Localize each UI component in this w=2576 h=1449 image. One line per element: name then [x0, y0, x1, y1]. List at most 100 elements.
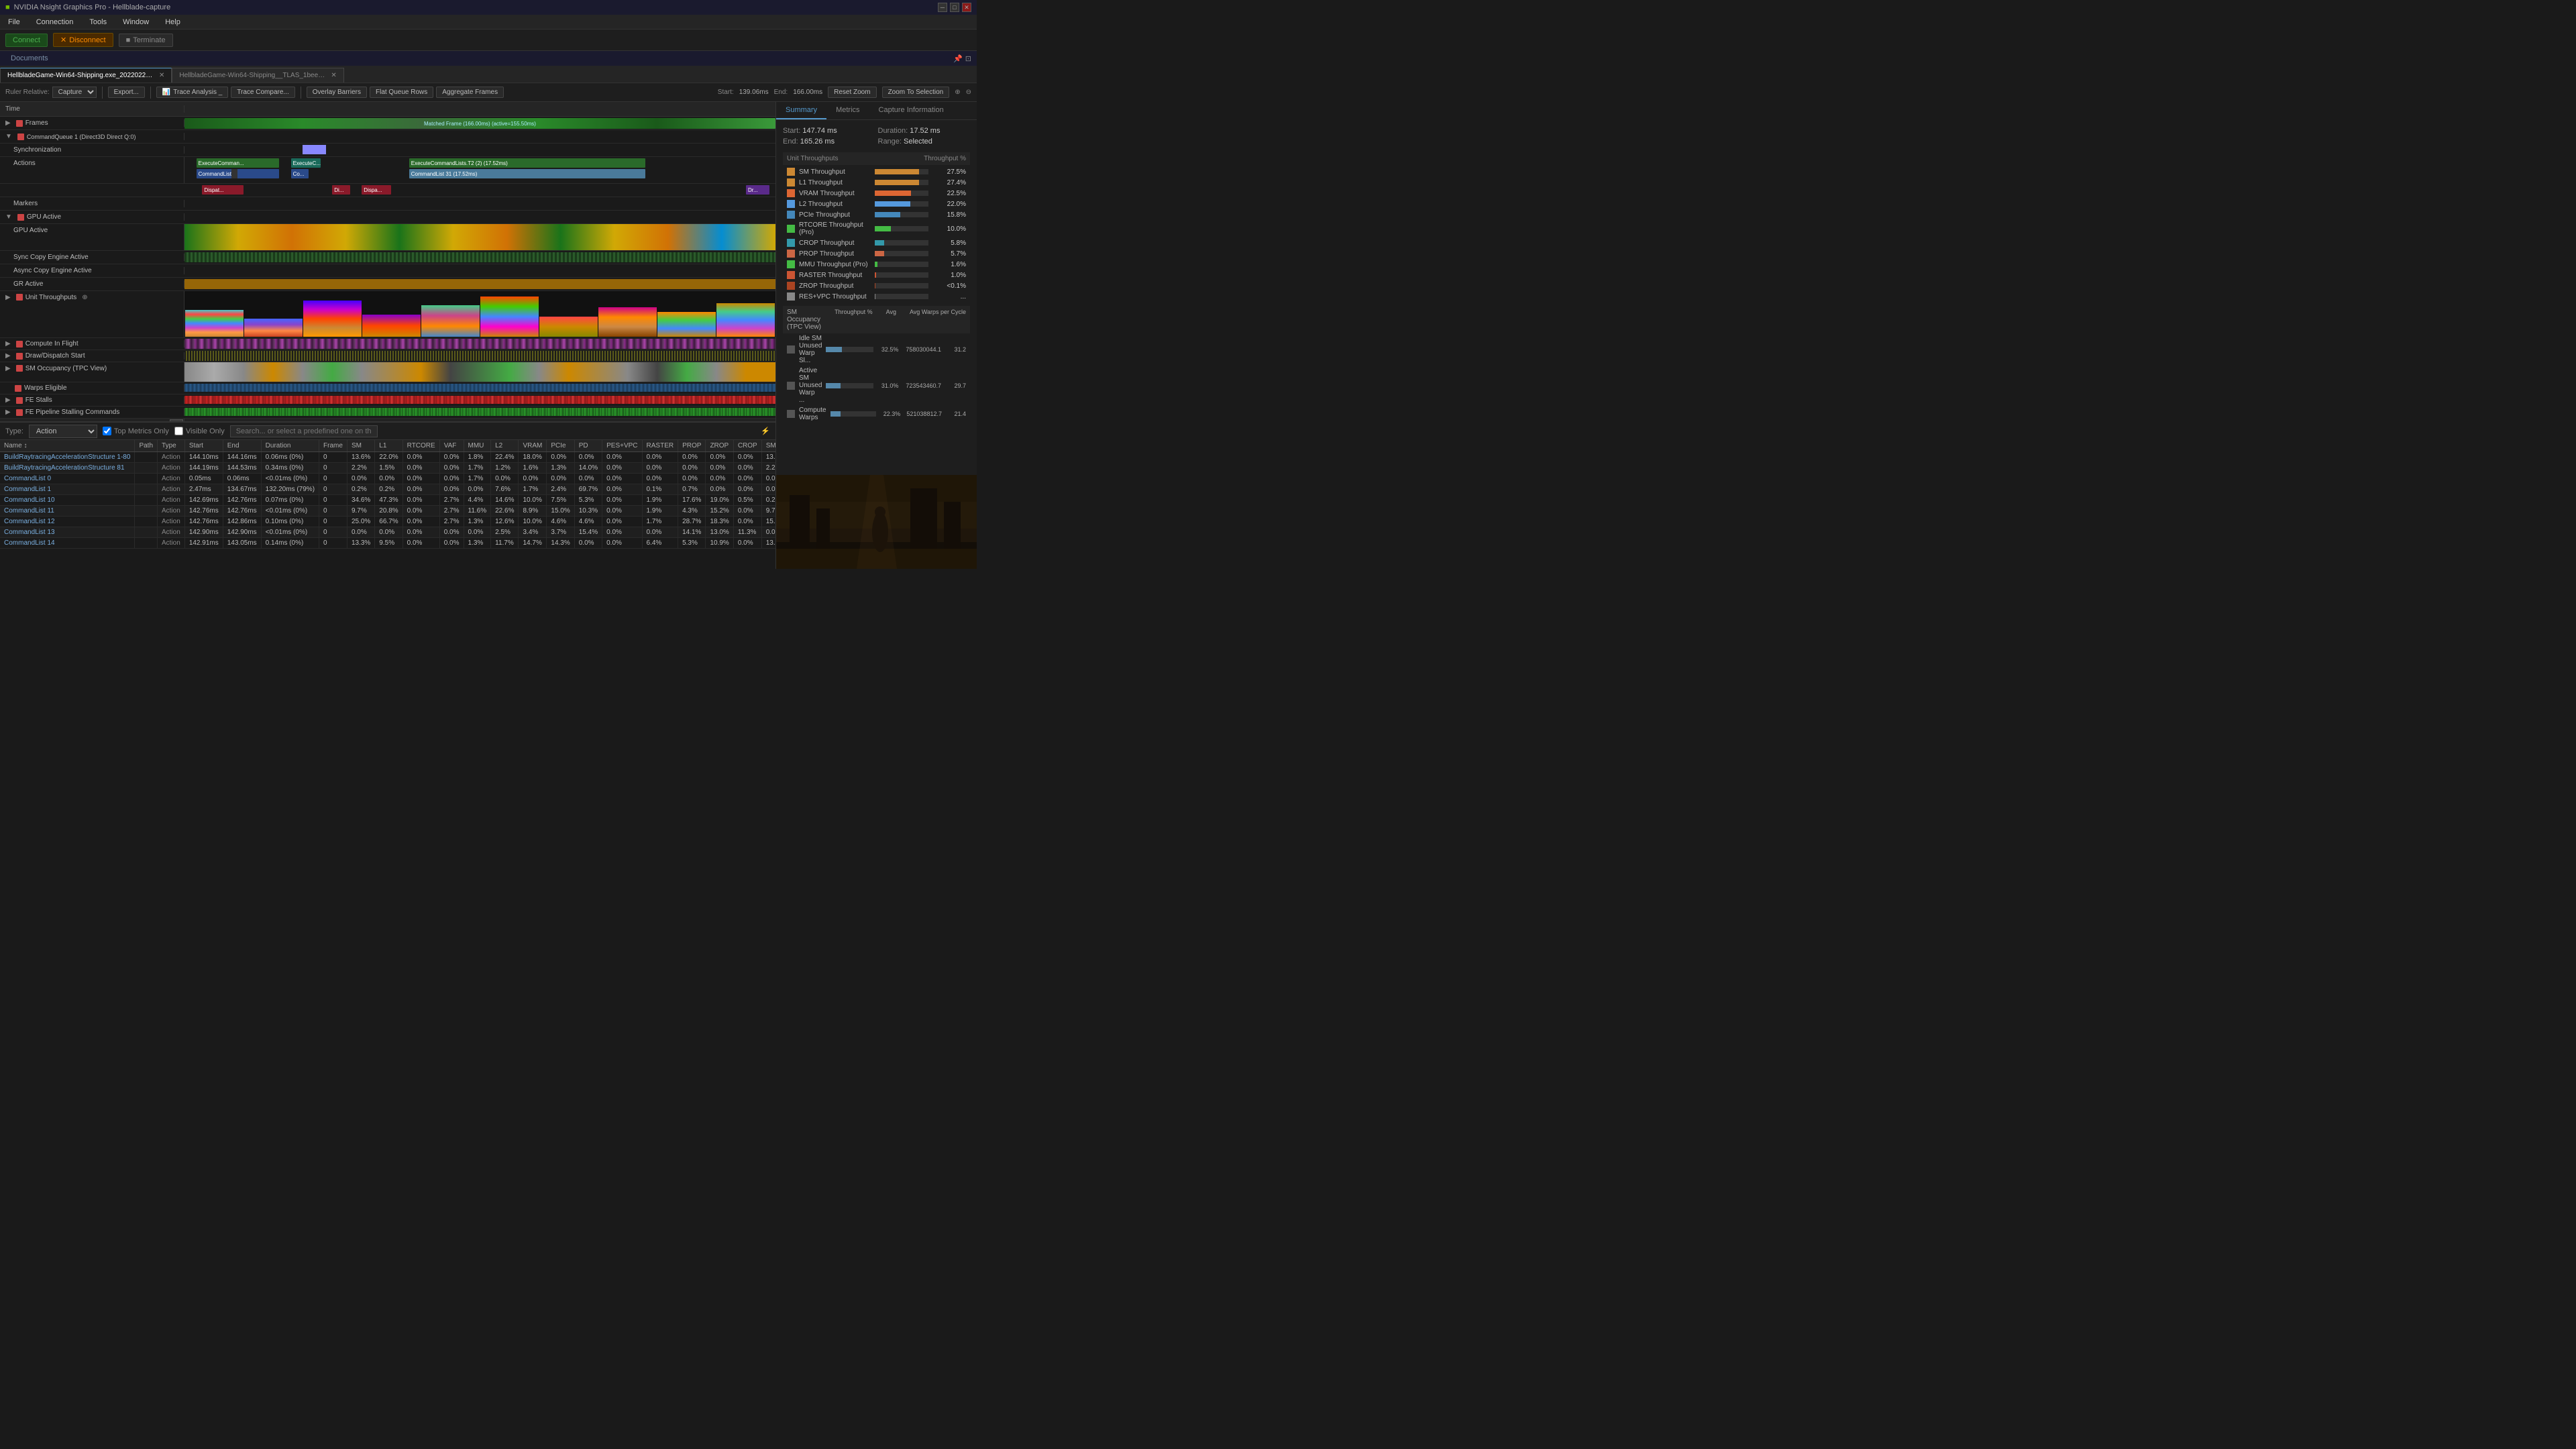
menu-file[interactable]: File [5, 17, 23, 28]
overlay-barriers-button[interactable]: Overlay Barriers [307, 87, 367, 98]
zoom-plus-icon[interactable]: ⊕ [955, 89, 960, 96]
table-row[interactable]: CommandList 13 Action 142.90ms 142.90ms … [0, 527, 775, 538]
col-mmu[interactable]: MMU [464, 440, 491, 452]
gpu-active-content[interactable] [184, 224, 775, 250]
type-select[interactable]: Action All Marker CommandList [29, 425, 97, 438]
sm-occupancy-content[interactable] [184, 362, 775, 382]
tab-metrics[interactable]: Metrics [826, 102, 869, 119]
async-copy-content[interactable] [184, 264, 775, 277]
table-row[interactable]: CommandList 10 Action 142.69ms 142.76ms … [0, 495, 775, 506]
menu-connection[interactable]: Connection [34, 17, 76, 28]
reset-zoom-button[interactable]: Reset Zoom [828, 87, 876, 98]
minimize-button[interactable]: ─ [938, 3, 947, 12]
col-duration[interactable]: Duration [261, 440, 319, 452]
frames-content[interactable]: Matched Frame (166.00ms) (active=155.50m… [184, 117, 775, 129]
gr-active-content[interactable] [184, 278, 775, 290]
tab-summary[interactable]: Summary [776, 102, 826, 119]
table-row[interactable]: CommandList 14 Action 142.91ms 143.05ms … [0, 538, 775, 549]
col-frame[interactable]: Frame [319, 440, 347, 452]
fe-pipeline-content[interactable] [184, 407, 775, 418]
cell-l1-6: 66.7% [375, 517, 402, 527]
col-pesvpc[interactable]: PES+VPC [602, 440, 642, 452]
fe-pipeline-expand[interactable]: ▶ [5, 409, 11, 416]
compute-expand[interactable]: ▶ [5, 340, 11, 347]
disconnect-button[interactable]: ✕ Disconnect [53, 33, 113, 47]
table-row[interactable]: CommandList 0 Action 0.05ms 0.06ms <0.01… [0, 474, 775, 484]
visible-only-checkbox-label[interactable]: Visible Only [174, 427, 225, 435]
zoom-to-selection-button[interactable]: Zoom To Selection [882, 87, 950, 98]
warps-content[interactable] [184, 382, 775, 394]
col-pd[interactable]: PD [574, 440, 602, 452]
trace-compare-button[interactable]: Trace Compare... [231, 87, 294, 98]
export-button[interactable]: Export... [108, 87, 145, 98]
actions-content[interactable]: ExecuteComman... ExecuteC... ExecuteComm… [184, 157, 775, 183]
menu-window[interactable]: Window [120, 17, 152, 28]
table-row[interactable]: CommandList 11 Action 142.76ms 142.76ms … [0, 506, 775, 517]
col-rtcore[interactable]: RTCORE [402, 440, 439, 452]
terminate-button[interactable]: ■ Terminate [119, 34, 173, 47]
col-l1[interactable]: L1 [375, 440, 402, 452]
col-zrop[interactable]: ZROP [706, 440, 733, 452]
unit-throughputs-icon[interactable]: ⊕ [82, 294, 87, 301]
col-sm-issue[interactable]: SM Issue [761, 440, 775, 452]
col-end[interactable]: End [223, 440, 261, 452]
col-vaf[interactable]: VAF [439, 440, 464, 452]
gpu-active-section-content[interactable] [184, 211, 775, 223]
fe-stalls-expand[interactable]: ▶ [5, 396, 11, 404]
draw-dispatch-content[interactable] [184, 350, 775, 362]
col-sm[interactable]: SM [347, 440, 374, 452]
menu-tools[interactable]: Tools [87, 17, 109, 28]
ruler-select[interactable]: Capture [52, 87, 97, 98]
sync-copy-content[interactable] [184, 251, 775, 264]
terminate-label: Terminate [133, 36, 165, 44]
trace-analysis-button[interactable]: 📊 Trace Analysis _ [156, 87, 228, 98]
commandqueue-content[interactable] [184, 130, 775, 143]
sync-content[interactable] [184, 144, 775, 156]
col-raster[interactable]: RASTER [642, 440, 678, 452]
tab-capture-close[interactable]: ✕ [159, 72, 164, 79]
col-vram[interactable]: VRAM [519, 440, 547, 452]
sm-col2: Avg [886, 309, 896, 331]
table-row[interactable]: CommandList 12 Action 142.76ms 142.86ms … [0, 517, 775, 527]
tab-bvh[interactable]: HellbladeGame-Win64-Shipping__TLAS_1bee6… [172, 68, 343, 83]
docbar-resize-icon[interactable]: ⊡ [965, 54, 971, 63]
col-l2[interactable]: L2 [491, 440, 519, 452]
top-metrics-checkbox[interactable] [103, 427, 111, 435]
commandqueue-expand[interactable]: ▼ [5, 133, 12, 140]
close-button[interactable]: ✕ [962, 3, 971, 12]
markers-content[interactable] [184, 197, 775, 210]
col-type[interactable]: Type [158, 440, 185, 452]
tab-capture-info[interactable]: Capture Information [869, 102, 953, 119]
col-path[interactable]: Path [135, 440, 158, 452]
table-row[interactable]: BuildRaytracingAccelerationStructure 1-8… [0, 452, 775, 463]
sm-occupancy-expand[interactable]: ▶ [5, 365, 11, 372]
col-name[interactable]: Name ↕ [0, 440, 135, 452]
menu-help[interactable]: Help [162, 17, 183, 28]
tab-capture[interactable]: HellbladeGame-Win64-Shipping.exe_2022022… [0, 68, 172, 83]
table-row[interactable]: CommandList 1 Action 2.47ms 134.67ms 132… [0, 484, 775, 495]
col-prop[interactable]: PROP [678, 440, 706, 452]
maximize-button[interactable]: □ [950, 3, 959, 12]
draw-dispatch-expand[interactable]: ▶ [5, 352, 11, 360]
zoom-minus-icon[interactable]: ⊖ [966, 89, 971, 96]
gpu-active-expand[interactable]: ▼ [5, 213, 12, 221]
search-input[interactable] [230, 425, 378, 437]
unit-throughputs-content[interactable] [184, 291, 775, 337]
filter-icon[interactable]: ⚡ [761, 427, 770, 435]
top-metrics-checkbox-label[interactable]: Top Metrics Only [103, 427, 169, 435]
col-crop[interactable]: CROP [733, 440, 761, 452]
connect-button[interactable]: Connect [5, 34, 48, 47]
table-row[interactable]: BuildRaytracingAccelerationStructure 81 … [0, 463, 775, 474]
tab-bvh-close[interactable]: ✕ [331, 72, 336, 79]
col-start[interactable]: Start [184, 440, 223, 452]
aggregate-frames-button[interactable]: Aggregate Frames [436, 87, 504, 98]
unit-throughputs-expand[interactable]: ▶ [5, 294, 11, 301]
compute-content[interactable] [184, 338, 775, 350]
flat-queue-rows-button[interactable]: Flat Queue Rows [370, 87, 433, 98]
col-pcie[interactable]: PCIe [547, 440, 574, 452]
dispatch-content[interactable]: Dispat... Di... Dispa... Dr... [184, 184, 775, 197]
frames-expand[interactable]: ▶ [5, 119, 11, 127]
visible-only-checkbox[interactable] [174, 427, 183, 435]
fe-stalls-content[interactable] [184, 394, 775, 406]
docbar-pin-icon[interactable]: 📌 [953, 54, 963, 63]
